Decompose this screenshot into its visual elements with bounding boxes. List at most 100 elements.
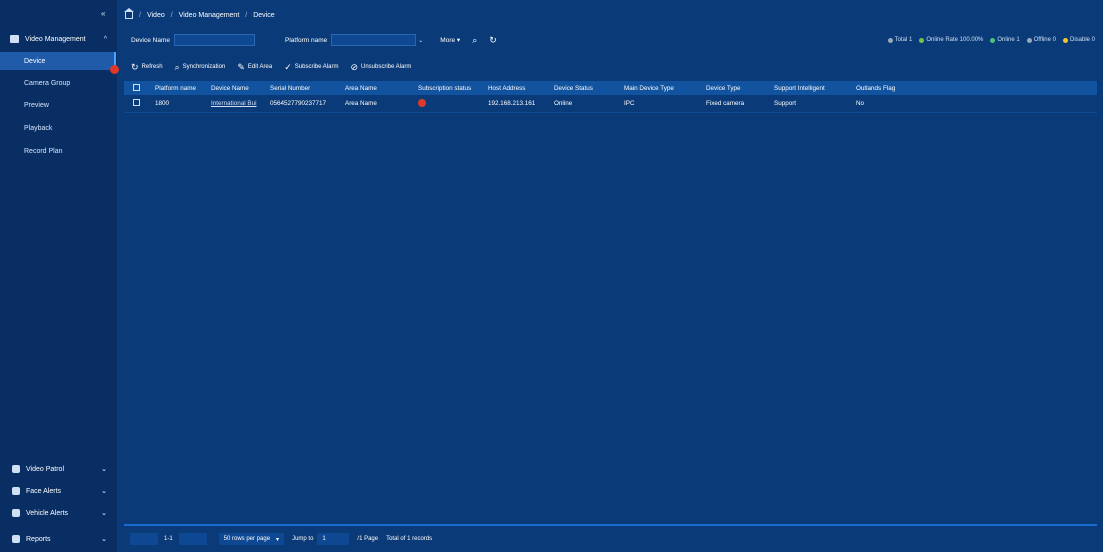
notification-badge bbox=[110, 65, 119, 74]
device-name-input[interactable] bbox=[174, 34, 256, 46]
footer-divider bbox=[124, 524, 1097, 526]
sidebar-item-label: Preview bbox=[24, 101, 49, 109]
column-header[interactable]: Serial Number bbox=[270, 85, 310, 92]
total-records: Total of 1 records bbox=[386, 536, 433, 542]
table-cell: No bbox=[856, 100, 865, 107]
edit-area-button[interactable]: ✎ Edit Area bbox=[237, 62, 272, 73]
sidebar-item-preview[interactable]: Preview bbox=[0, 96, 116, 114]
status-dot bbox=[919, 37, 925, 43]
table-cell: 192.168.213.161 bbox=[488, 100, 536, 107]
platform-name-select[interactable]: ⌄ bbox=[331, 34, 423, 46]
menu-group-label: Video Patrol bbox=[26, 465, 65, 473]
unsubscribe-alarm-button[interactable]: ⊘ Unsubscribe Alarm bbox=[350, 62, 411, 73]
menu-group-video-management[interactable]: Video Management ^ bbox=[0, 29, 117, 49]
unsubscribe-label: Unsubscribe Alarm bbox=[361, 64, 412, 70]
table-header: Platform name Device Name Serial Number … bbox=[124, 81, 1097, 95]
chevron-down-icon: ⌄ bbox=[101, 536, 107, 543]
breadcrumb-separator: / bbox=[170, 11, 173, 19]
stat-offline-label: Offline 0 bbox=[1033, 37, 1056, 43]
stat-online: Online 1 bbox=[990, 37, 1020, 43]
column-header[interactable]: Device Type bbox=[706, 85, 741, 92]
chevron-down-icon: ⌄ bbox=[418, 38, 424, 44]
home-icon[interactable] bbox=[124, 7, 134, 19]
column-header[interactable]: Main Device Type bbox=[624, 85, 674, 92]
breadcrumb-item-device: Device bbox=[253, 11, 275, 19]
row-checkbox[interactable] bbox=[133, 99, 140, 108]
table-cell: 1800 bbox=[155, 100, 170, 107]
device-name-link[interactable]: International Bui bbox=[211, 100, 257, 107]
stat-total: Total 1 bbox=[887, 37, 913, 43]
jump-label: Jump to bbox=[292, 536, 314, 542]
column-header[interactable]: Platform name bbox=[155, 85, 196, 92]
reset-icon[interactable]: ↻ bbox=[489, 35, 497, 46]
breadcrumb-separator: / bbox=[139, 11, 141, 19]
table-row[interactable]: 1800 International Bui 0564527790237717 … bbox=[124, 95, 1097, 113]
subscription-status-indicator bbox=[418, 98, 426, 109]
column-header[interactable]: Area Name bbox=[345, 85, 377, 92]
edit-area-label: Edit Area bbox=[247, 64, 273, 70]
status-dot bbox=[887, 37, 893, 43]
jump-input[interactable]: 1 bbox=[317, 533, 350, 545]
menu-group-face-alerts[interactable]: Face Alerts ⌄ bbox=[0, 482, 117, 500]
sidebar: « Video Management ^ Device Camera Group… bbox=[0, 0, 117, 552]
menu-group-reports[interactable]: Reports ⌄ bbox=[0, 530, 117, 548]
filter-row: Device Name Platform name ⌄ More ▾ ⌕ ↻ bbox=[131, 33, 497, 47]
breadcrumb: / Video / Video Management / Device bbox=[124, 7, 275, 21]
next-page-button[interactable] bbox=[178, 533, 207, 545]
menu-group-video-patrol[interactable]: Video Patrol ⌄ bbox=[0, 460, 117, 478]
stat-offline: Offline 0 bbox=[1026, 37, 1056, 43]
patrol-icon bbox=[12, 465, 20, 473]
menu-group-label: Vehicle Alerts bbox=[26, 509, 69, 517]
page-count: /1 Page bbox=[357, 536, 379, 542]
subscribe-label: Subscribe Alarm bbox=[294, 64, 339, 70]
column-header[interactable]: Subscription status bbox=[418, 85, 471, 92]
breadcrumb-item-video-management[interactable]: Video Management bbox=[179, 12, 240, 19]
synchronization-button[interactable]: ⌕ Synchronization bbox=[175, 62, 226, 73]
pagination: 1-1 50 rows per page ▾ Jump to 1 /1 Page … bbox=[124, 530, 1097, 548]
table-cell: Fixed camera bbox=[706, 100, 745, 107]
select-all-checkbox[interactable] bbox=[133, 83, 140, 93]
sidebar-item-label: Playback bbox=[24, 124, 53, 132]
sidebar-item-playback[interactable]: Playback bbox=[0, 119, 116, 137]
stat-online-rate: Online Rate 100.00% bbox=[919, 37, 983, 43]
menu-group-label: Reports bbox=[26, 535, 51, 543]
sync-label: Synchronization bbox=[182, 64, 226, 70]
more-filters-button[interactable]: More ▾ bbox=[440, 36, 460, 44]
breadcrumb-item-video[interactable]: Video bbox=[147, 12, 165, 19]
column-header[interactable]: Device Name bbox=[211, 85, 249, 92]
platform-name-label: Platform name bbox=[285, 36, 328, 44]
table-cell: IPC bbox=[624, 100, 635, 107]
stat-total-label: Total 1 bbox=[894, 37, 913, 43]
column-header[interactable]: Outlands Flag bbox=[856, 85, 895, 92]
status-dot bbox=[1026, 37, 1032, 43]
chevron-down-icon: ⌄ bbox=[101, 488, 107, 495]
sidebar-item-device[interactable]: Device bbox=[0, 52, 116, 70]
status-dot bbox=[990, 37, 996, 43]
reports-icon bbox=[12, 535, 20, 543]
collapse-sidebar-icon[interactable]: « bbox=[101, 9, 105, 18]
vehicle-icon bbox=[12, 509, 20, 517]
table-cell: Online bbox=[554, 100, 573, 107]
sidebar-item-record-plan[interactable]: Record Plan bbox=[0, 142, 116, 160]
device-table: Platform name Device Name Serial Number … bbox=[124, 81, 1097, 521]
breadcrumb-separator: / bbox=[245, 11, 248, 19]
menu-group-vehicle-alerts[interactable]: Vehicle Alerts ⌄ bbox=[0, 504, 117, 522]
chevron-down-icon: ▾ bbox=[276, 536, 280, 543]
stat-online-label: Online 1 bbox=[997, 37, 1020, 43]
column-header[interactable]: Support Intelligent bbox=[774, 85, 825, 92]
prev-page-button[interactable] bbox=[130, 533, 158, 545]
toolbar: ↻ Refresh ⌕ Synchronization ✎ Edit Area ✓ Su… bbox=[131, 60, 411, 74]
status-dot bbox=[1062, 37, 1068, 43]
video-management-icon bbox=[10, 35, 19, 43]
column-header[interactable]: Host Address bbox=[488, 85, 525, 92]
refresh-button[interactable]: ↻ Refresh bbox=[131, 62, 163, 73]
subscribe-alarm-button[interactable]: ✓ Subscribe Alarm bbox=[284, 62, 338, 73]
chevron-down-icon: ⌄ bbox=[101, 466, 107, 473]
search-icon[interactable]: ⌕ bbox=[472, 35, 477, 46]
ban-icon: ⊘ bbox=[350, 61, 358, 72]
rows-per-page-select[interactable]: 50 rows per page ▾ bbox=[218, 533, 285, 545]
refresh-label: Refresh bbox=[141, 64, 163, 70]
column-header[interactable]: Device Status bbox=[554, 85, 593, 92]
sidebar-item-camera-group[interactable]: Camera Group bbox=[0, 74, 116, 92]
chevron-down-icon: ⌄ bbox=[101, 510, 107, 517]
